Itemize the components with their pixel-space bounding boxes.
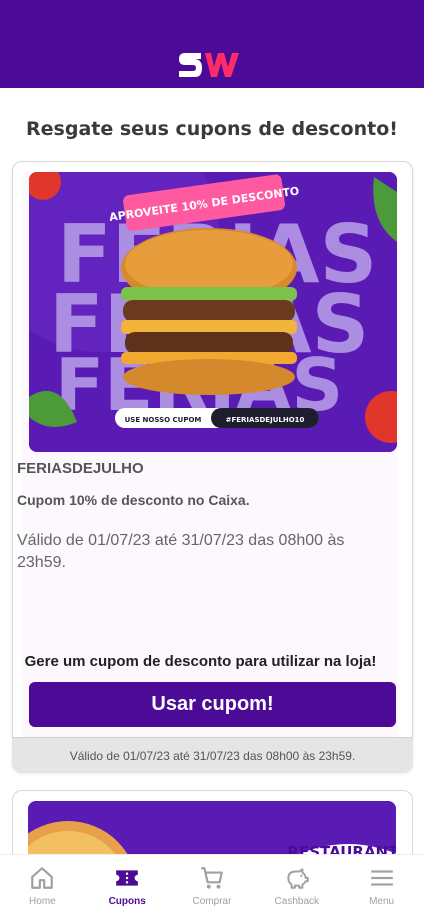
coupon-code: FERIASDEJULHO bbox=[17, 460, 144, 477]
nav-item-menu[interactable]: Menu bbox=[339, 855, 424, 920]
piggy-bank-icon bbox=[287, 868, 309, 889]
bottom-navigation: Home Cupons Comprar Cashback Menu bbox=[0, 854, 424, 920]
home-icon bbox=[31, 867, 54, 889]
coupon-banner-image: FERIAS FERIAS FERIAS APROVEITE 10% DE DE… bbox=[29, 172, 397, 452]
sw-logo bbox=[179, 53, 239, 77]
coupon-validity: Válido de 01/07/23 até 31/07/23 das 08h0… bbox=[17, 532, 345, 571]
page-title: Resgate seus cupons de desconto! bbox=[26, 118, 398, 140]
nav-item-cupons[interactable]: Cupons bbox=[85, 855, 170, 920]
ticket-icon bbox=[116, 870, 139, 886]
cart-icon bbox=[201, 867, 223, 889]
banner-cta-code: #FERIASDEJULHO10 bbox=[226, 416, 305, 424]
banner-cta-prefix: USE NOSSO CUPOM bbox=[125, 416, 202, 424]
coupon-footer-validity: Válido de 01/07/23 até 31/07/23 das 08h0… bbox=[12, 737, 413, 773]
nav-item-home[interactable]: Home bbox=[0, 855, 85, 920]
nav-item-cashback[interactable]: Cashback bbox=[254, 855, 339, 920]
nav-label-home: Home bbox=[29, 896, 56, 907]
top-bar bbox=[0, 0, 424, 88]
menu-icon bbox=[370, 870, 393, 886]
use-coupon-button[interactable]: Usar cupom! bbox=[29, 682, 396, 727]
nav-label-comprar: Comprar bbox=[192, 896, 232, 907]
nav-label-cupons: Cupons bbox=[108, 896, 146, 907]
coupon-description: Cupom 10% de desconto no Caixa. bbox=[17, 492, 250, 508]
nav-item-comprar[interactable]: Comprar bbox=[170, 855, 255, 920]
generate-coupon-text: Gere um cupom de desconto para utilizar … bbox=[24, 653, 377, 670]
nav-label-menu: Menu bbox=[369, 896, 395, 907]
nav-label-cashback: Cashback bbox=[274, 896, 320, 907]
